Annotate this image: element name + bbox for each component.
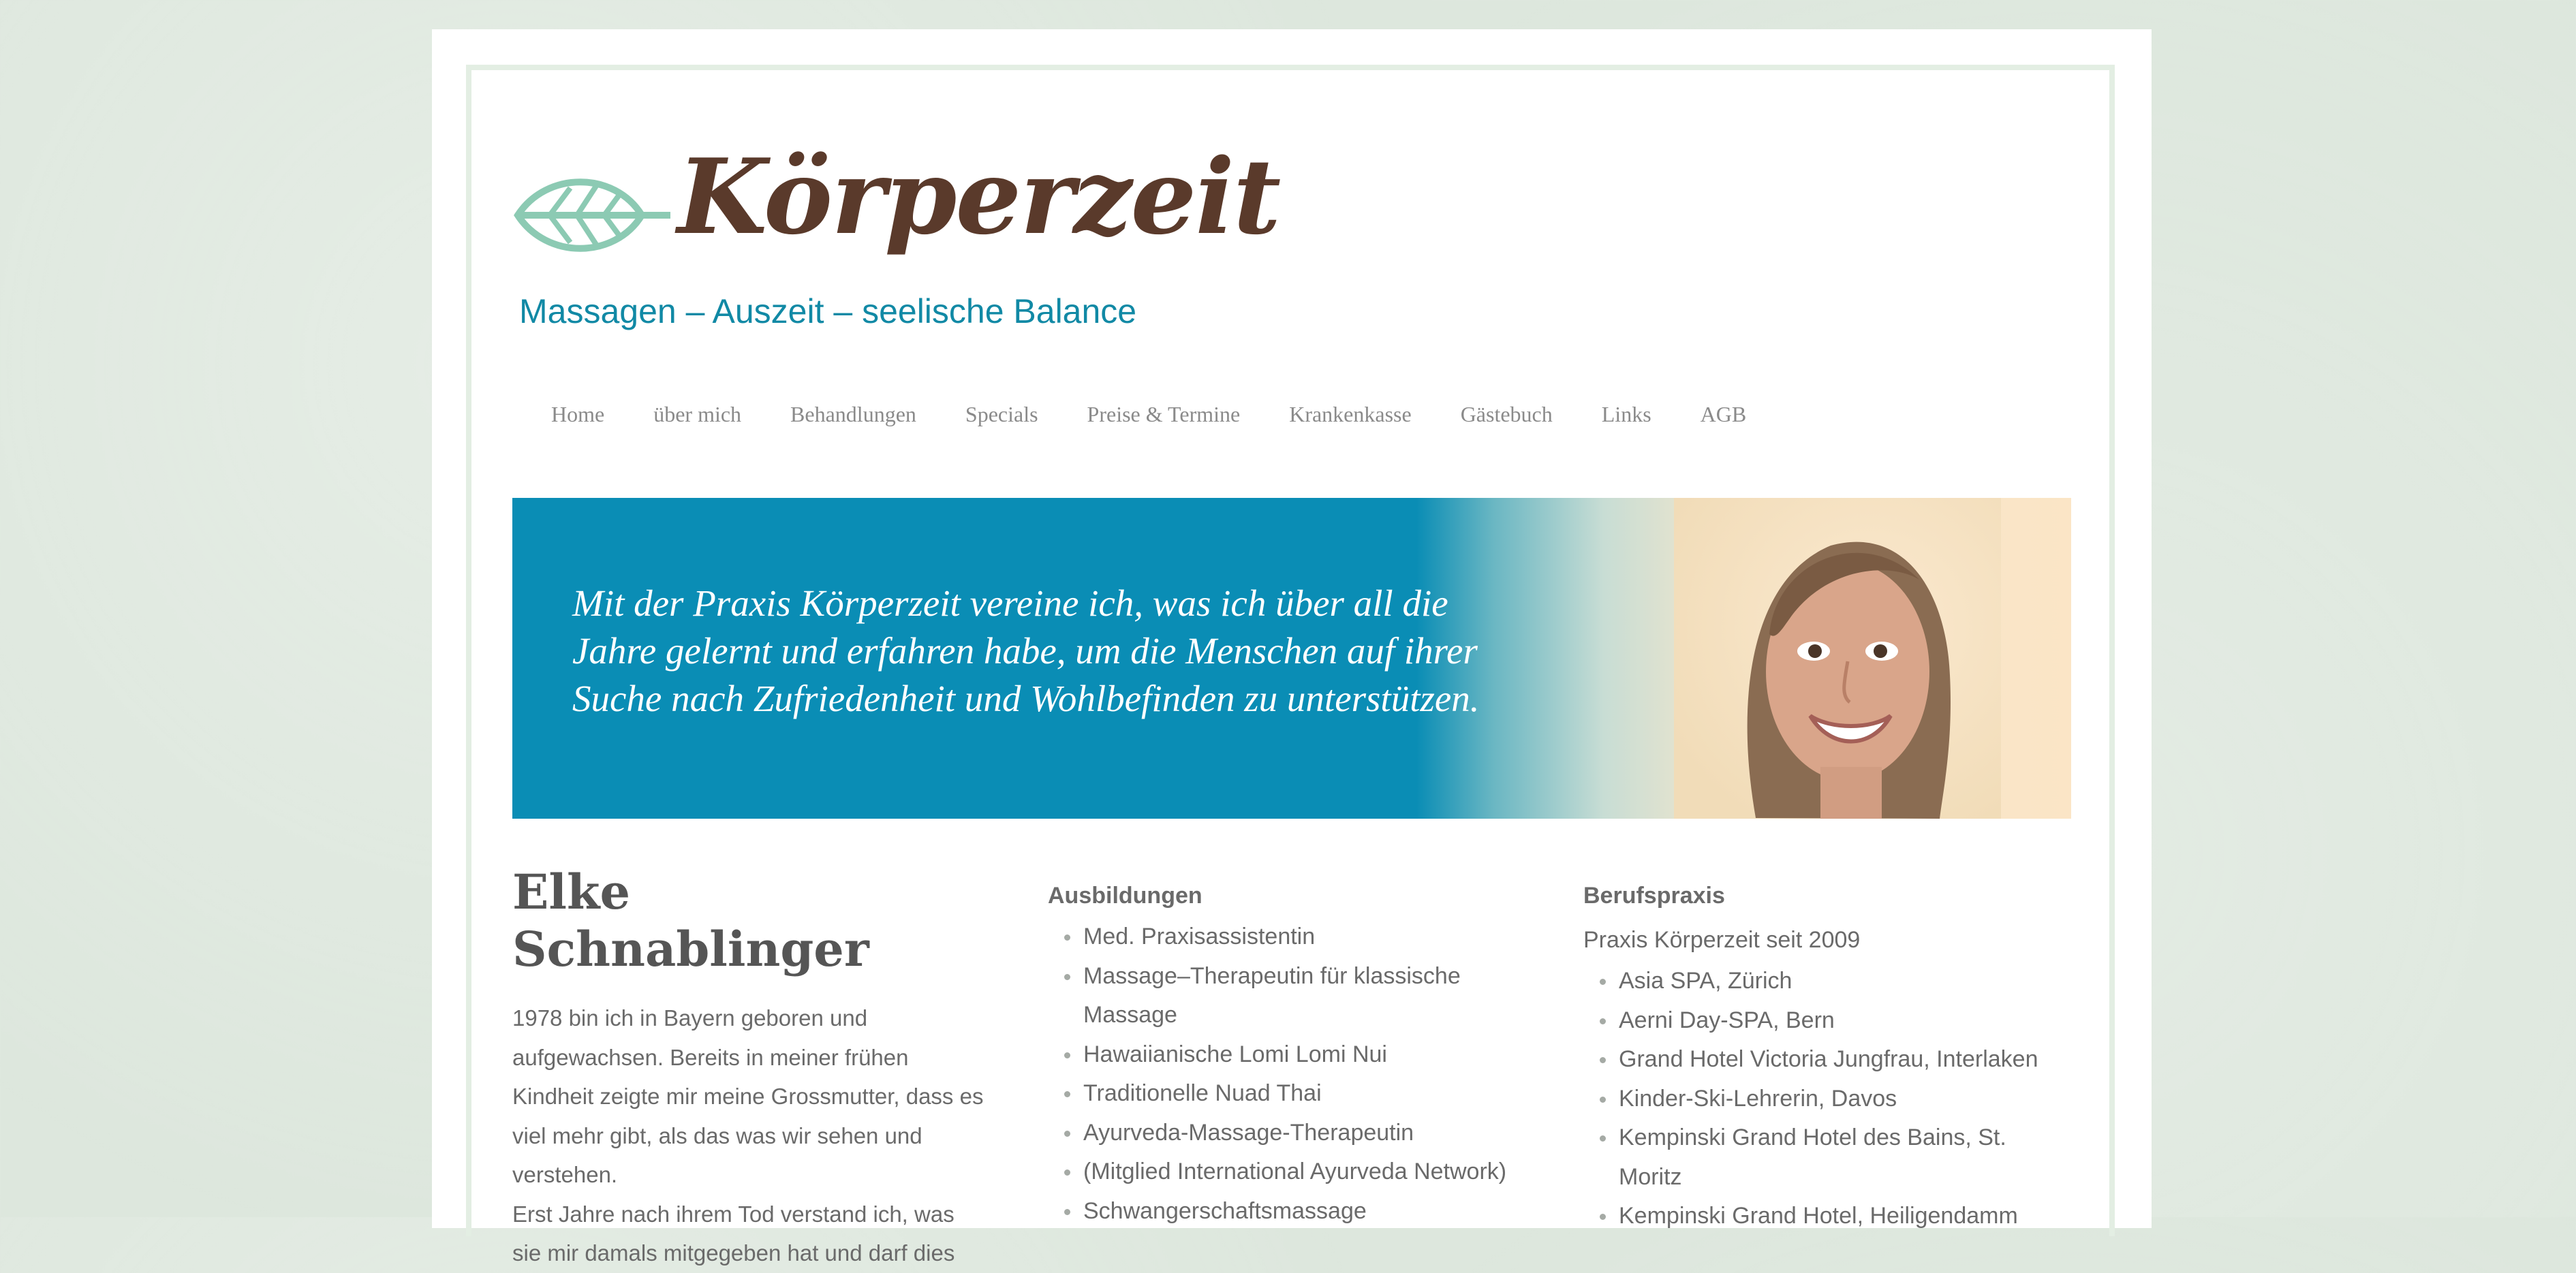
nav-item-home[interactable]: Home: [551, 402, 604, 427]
nav-item-gaestebuch[interactable]: Gästebuch: [1461, 402, 1553, 427]
main-nav: Home über mich Behandlungen Specials Pre…: [551, 402, 1746, 427]
list-item: Hawaiianische Lomi Lomi Nui: [1048, 1035, 1538, 1075]
nav-item-behandlungen[interactable]: Behandlungen: [790, 402, 916, 427]
list-item: Aerni Day-SPA, Bern: [1583, 1001, 2074, 1041]
bio-paragraph: 1978 bin ich in Bayern geboren und aufge…: [512, 1005, 984, 1187]
nav-item-agb[interactable]: AGB: [1701, 402, 1747, 427]
list-item: (Mitglied International Ayurveda Network…: [1048, 1152, 1538, 1192]
page-container: Körperzeit Massagen – Auszeit – seelisch…: [432, 29, 2152, 1266]
ausbildungen-column: Ausbildungen Med. Praxisassistentin Mass…: [1048, 864, 1538, 1231]
list-item: Asia SPA, Zürich: [1583, 962, 2074, 1001]
banner-line: Suche nach Zufriedenheit und Wohlbefinde…: [572, 678, 1480, 719]
nav-item-ueber-mich[interactable]: über mich: [653, 402, 741, 427]
hero-banner: Mit der Praxis Körperzeit vereine ich, w…: [512, 498, 2071, 819]
ausbildungen-list: Med. Praxisassistentin Massage–Therapeut…: [1048, 917, 1538, 1231]
banner-line: Mit der Praxis Körperzeit vereine ich, w…: [572, 582, 1448, 624]
ausbildungen-heading: Ausbildungen: [1048, 883, 1202, 909]
nav-item-preise-termine[interactable]: Preise & Termine: [1087, 402, 1241, 427]
logo-tagline: Massagen – Auszeit – seelische Balance: [519, 292, 1137, 330]
list-item: Kinder-Ski-Lehrerin, Davos: [1583, 1080, 2074, 1119]
berufspraxis-intro: Praxis Körperzeit seit 2009: [1583, 927, 1861, 953]
nav-item-krankenkasse[interactable]: Krankenkasse: [1289, 402, 1411, 427]
berufspraxis-list: Asia SPA, Zürich Aerni Day-SPA, Bern Gra…: [1583, 962, 2074, 1236]
banner-quote: Mit der Praxis Körperzeit vereine ich, w…: [572, 580, 1594, 723]
list-item: Schwangerschaftsmassage: [1048, 1192, 1538, 1231]
list-item: Kempinski Grand Hotel, Heiligendamm: [1583, 1197, 2074, 1236]
nav-item-specials[interactable]: Specials: [965, 402, 1038, 427]
banner-line: Jahre gelernt und erfahren habe, um die …: [572, 630, 1478, 672]
logo-wordmark: Körperzeit: [677, 136, 1281, 257]
profile-column: Elke Schnablinger 1978 bin ich in Bayern…: [512, 864, 989, 1273]
bio-paragraph: Erst Jahre nach ihrem Tod verstand ich, …: [512, 1201, 955, 1266]
list-item: Massage–Therapeutin für klassische Massa…: [1048, 957, 1538, 1035]
list-item: Traditionelle Nuad Thai: [1048, 1074, 1538, 1114]
leaf-icon: [514, 178, 670, 252]
list-item: Ayurveda-Massage-Therapeutin: [1048, 1114, 1538, 1153]
list-item: Kempinski Grand Hotel des Bains, St. Mor…: [1583, 1118, 2074, 1197]
nav-item-links[interactable]: Links: [1602, 402, 1651, 427]
berufspraxis-heading: Berufspraxis: [1583, 883, 1725, 909]
site-logo[interactable]: Körperzeit Massagen – Auszeit – seelisch…: [512, 135, 1281, 339]
list-item: Grand Hotel Victoria Jungfrau, Interlake…: [1583, 1040, 2074, 1080]
berufspraxis-column: Berufspraxis Praxis Körperzeit seit 2009…: [1583, 864, 2074, 1236]
bio-text: 1978 bin ich in Bayern geboren und aufge…: [512, 999, 989, 1273]
list-item: Med. Praxisassistentin: [1048, 917, 1538, 957]
person-name: Elke Schnablinger: [512, 864, 869, 977]
portrait-image: [1674, 498, 2001, 819]
